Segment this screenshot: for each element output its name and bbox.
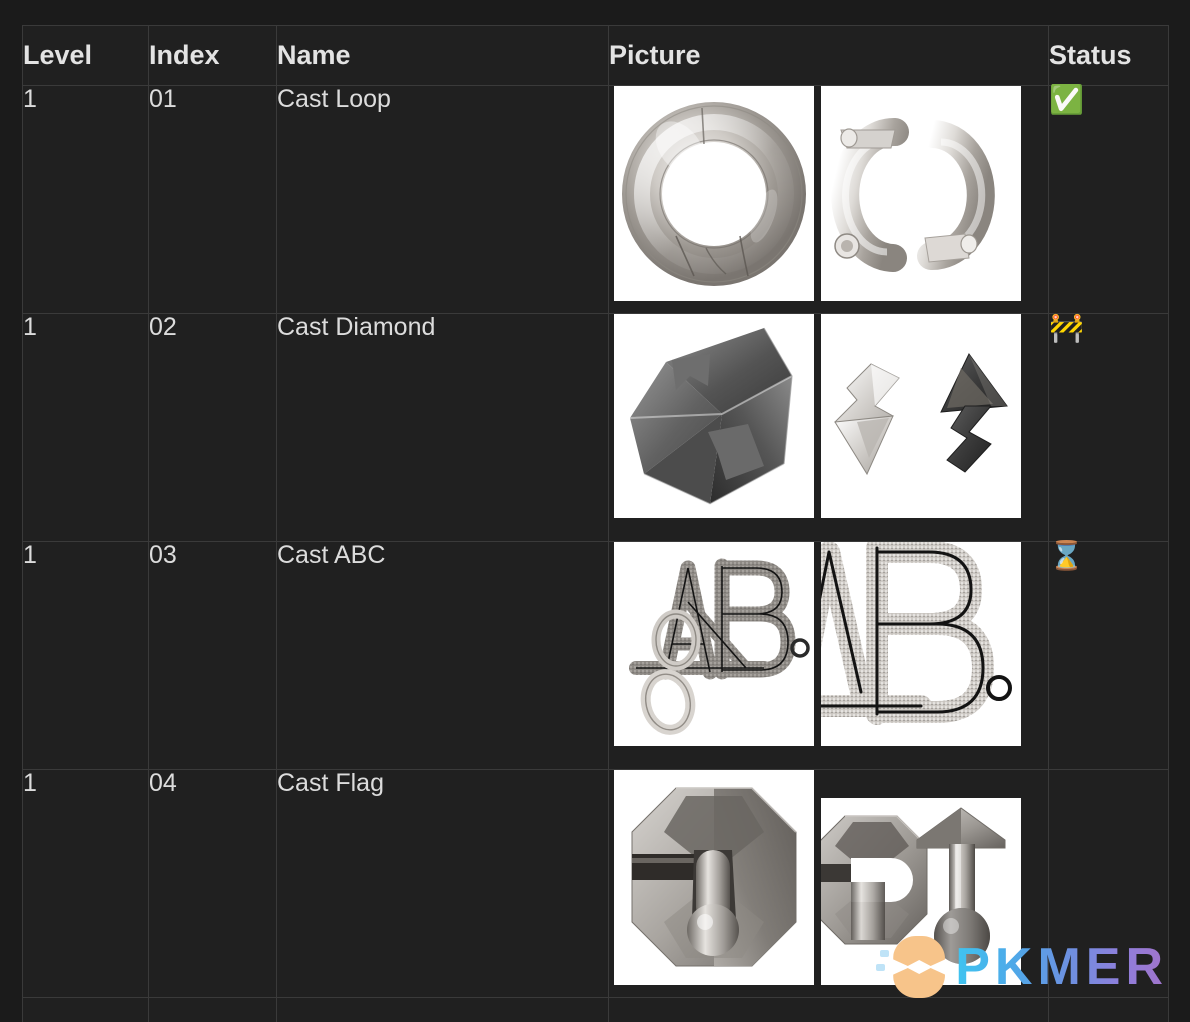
cell-picture bbox=[608, 313, 1049, 542]
cell-level: 1 bbox=[22, 769, 149, 998]
table-body: 1 01 Cast Loop ✅ 1 02 Cast Diamond 🚧 1 0… bbox=[22, 84, 1169, 1022]
cell-level: 1 bbox=[22, 313, 149, 542]
cast-diamond-disassembled-image[interactable] bbox=[821, 314, 1021, 518]
table-row[interactable]: 1 03 Cast ABC ⌛ bbox=[22, 540, 1169, 770]
cell-index-partial bbox=[148, 997, 277, 1022]
cell-name: Cast Diamond bbox=[276, 313, 609, 542]
cast-abc-assembled-image[interactable] bbox=[614, 542, 814, 746]
cell-status-partial bbox=[1048, 997, 1169, 1022]
cell-name: Cast ABC bbox=[276, 541, 609, 770]
cast-loop-assembled-image[interactable] bbox=[614, 86, 814, 301]
column-header-picture: Picture bbox=[608, 25, 1049, 86]
cell-level-partial bbox=[22, 997, 149, 1022]
cell-index: 02 bbox=[148, 313, 277, 542]
table-row[interactable]: 1 04 Cast Flag bbox=[22, 769, 1169, 998]
cell-name-partial bbox=[276, 997, 609, 1022]
page-root: Level Index Name Picture Status 1 01 Cas… bbox=[0, 0, 1190, 1022]
cell-picture bbox=[608, 541, 1049, 770]
table-header: Level Index Name Picture Status bbox=[22, 25, 1169, 86]
cell-picture bbox=[608, 769, 1049, 998]
cast-abc-closeup-image[interactable] bbox=[821, 542, 1021, 746]
status-check-mark-icon: ✅ bbox=[1049, 84, 1084, 115]
cell-index: 04 bbox=[148, 769, 277, 998]
cast-diamond-assembled-image[interactable] bbox=[614, 314, 814, 518]
table-row[interactable]: 1 02 Cast Diamond 🚧 bbox=[22, 312, 1169, 542]
column-header-status: Status bbox=[1048, 25, 1169, 86]
status-hourglass-icon: ⌛ bbox=[1049, 540, 1084, 571]
column-header-name: Name bbox=[276, 25, 609, 86]
puzzle-collection-table: Level Index Name Picture Status 1 01 Cas… bbox=[22, 25, 1169, 1022]
cell-index: 01 bbox=[148, 85, 277, 314]
cell-status: ⌛ bbox=[1048, 540, 1169, 770]
cell-status: ✅ bbox=[1048, 84, 1169, 314]
cell-level: 1 bbox=[22, 85, 149, 314]
cell-index: 03 bbox=[148, 541, 277, 770]
table-row[interactable]: 1 01 Cast Loop ✅ bbox=[22, 84, 1169, 314]
cell-status: 🚧 bbox=[1048, 312, 1169, 542]
table-header-row: Level Index Name Picture Status bbox=[22, 25, 1169, 86]
cast-flag-disassembled-image[interactable] bbox=[821, 798, 1021, 985]
cell-picture bbox=[608, 85, 1049, 314]
cell-status bbox=[1048, 769, 1169, 998]
cell-level: 1 bbox=[22, 541, 149, 770]
cell-picture-partial bbox=[608, 997, 1049, 1022]
cell-name: Cast Loop bbox=[276, 85, 609, 314]
cast-loop-disassembled-image[interactable] bbox=[821, 86, 1021, 301]
column-header-level: Level bbox=[22, 25, 149, 86]
table-row-partial[interactable] bbox=[22, 997, 1169, 1022]
cell-name: Cast Flag bbox=[276, 769, 609, 998]
status-construction-icon: 🚧 bbox=[1049, 312, 1084, 343]
column-header-index: Index bbox=[148, 25, 277, 86]
cast-flag-assembled-image[interactable] bbox=[614, 770, 814, 985]
